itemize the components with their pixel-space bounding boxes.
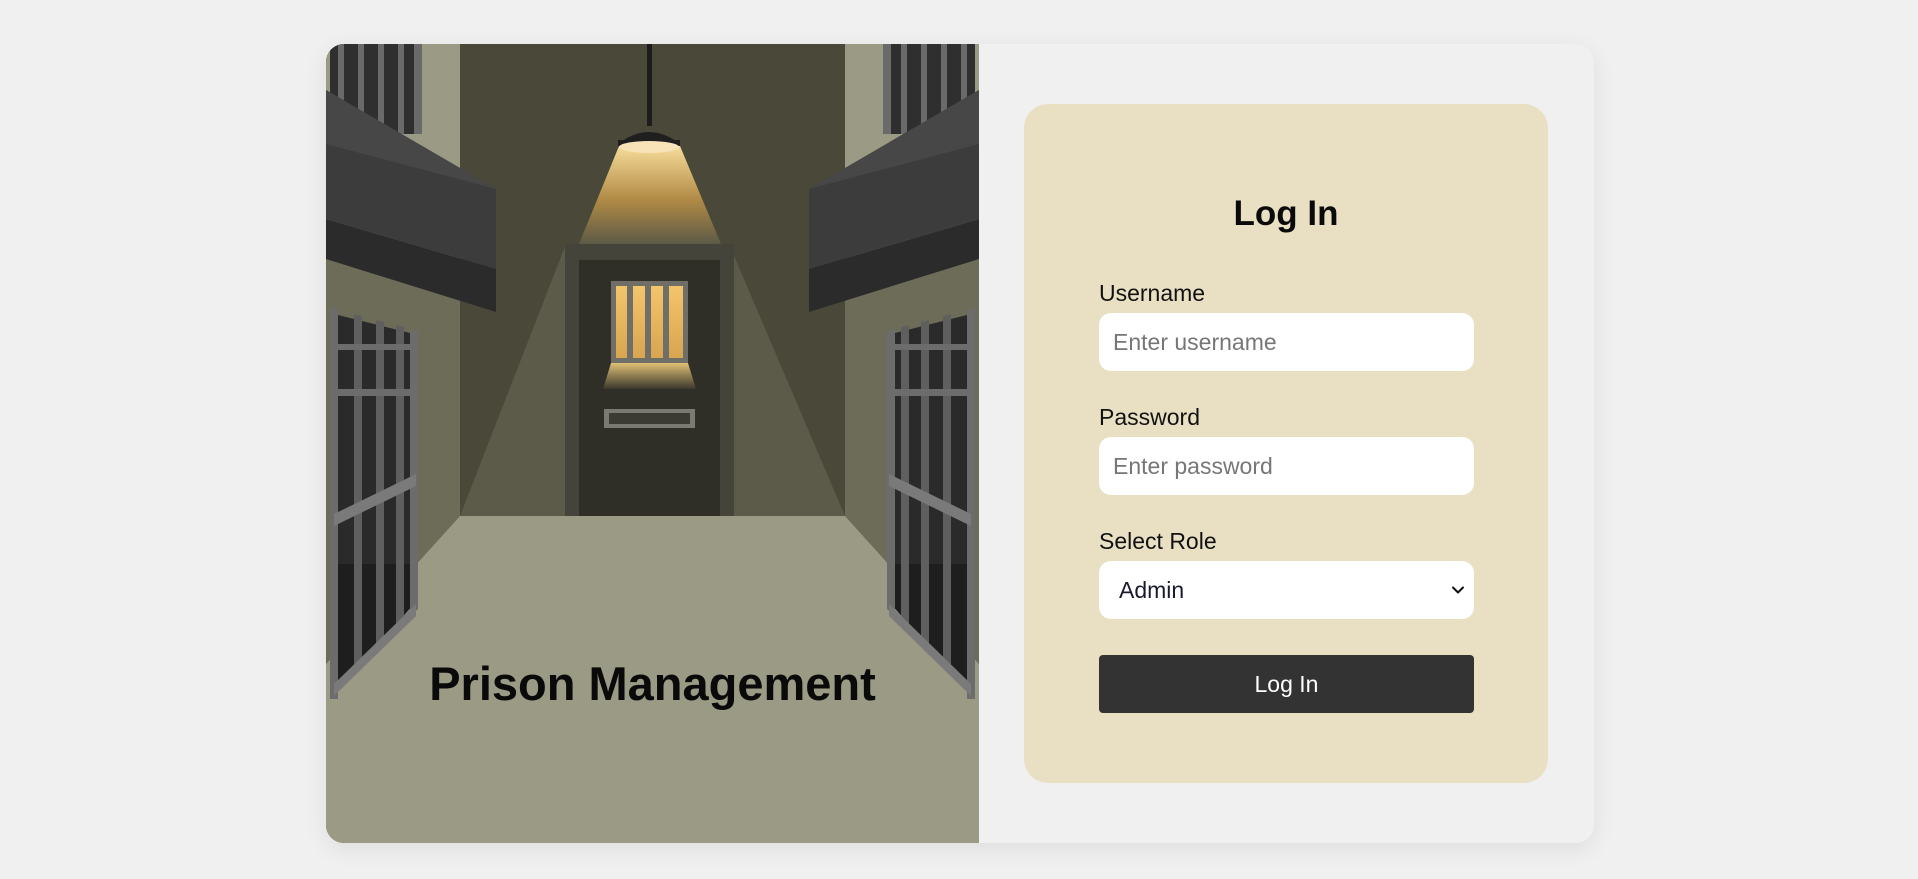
role-select[interactable]: Admin xyxy=(1099,561,1474,619)
login-button[interactable]: Log In xyxy=(1099,655,1474,713)
username-input[interactable] xyxy=(1099,313,1474,371)
password-input[interactable] xyxy=(1099,437,1474,495)
login-card: Prison Management Log In Username Passwo… xyxy=(326,44,1594,843)
corridor-scene xyxy=(326,44,979,843)
login-form-panel: Log In Username Password Select Role Adm… xyxy=(1024,104,1548,783)
prison-corridor-illustration: Prison Management xyxy=(326,44,979,843)
username-label: Username xyxy=(1099,280,1206,306)
brand-title: Prison Management xyxy=(429,657,876,710)
chevron-down-icon xyxy=(1452,586,1464,594)
login-title: Log In xyxy=(1233,194,1339,233)
role-select-value: Admin xyxy=(1119,577,1185,603)
password-label: Password xyxy=(1099,404,1200,430)
role-label: Select Role xyxy=(1099,528,1217,554)
